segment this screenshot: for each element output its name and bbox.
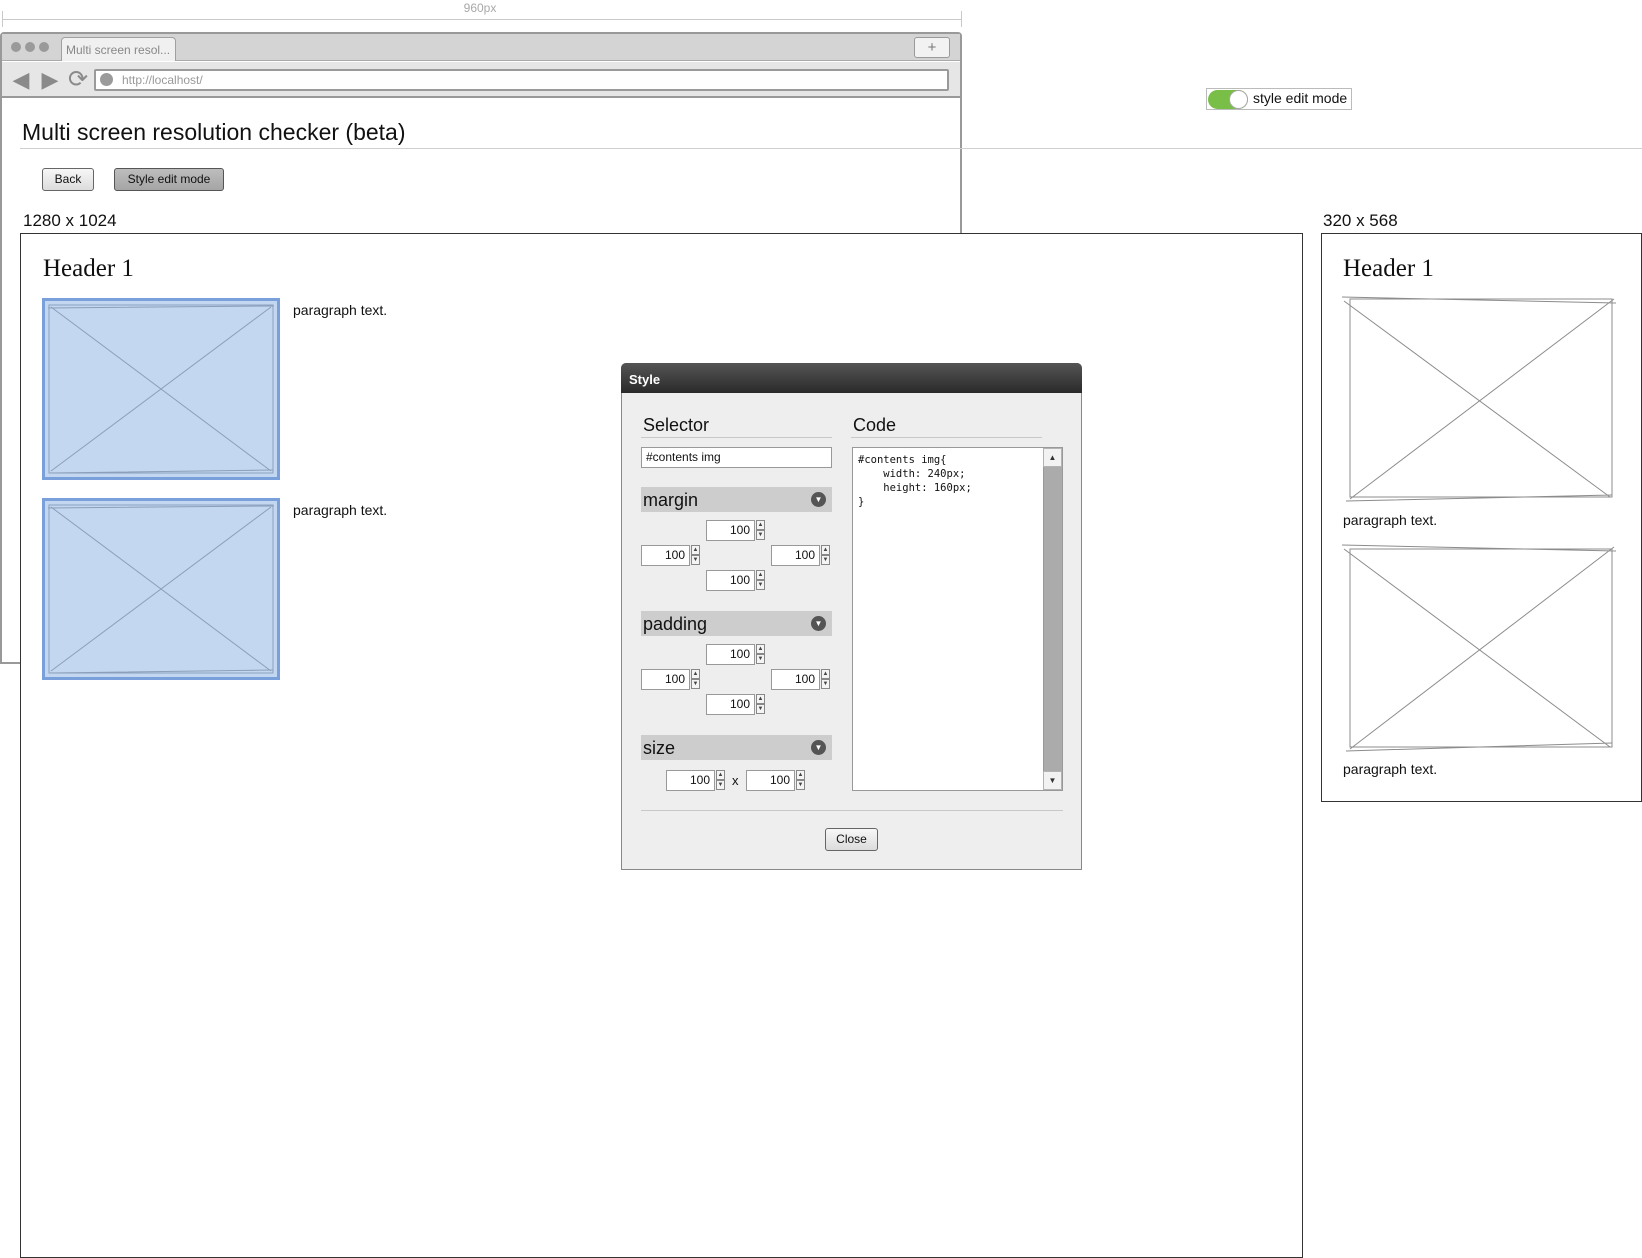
dialog-title-bar[interactable] xyxy=(621,363,1082,393)
size-width-input[interactable]: 100 xyxy=(666,770,715,791)
window-maximize-dot[interactable] xyxy=(39,42,49,52)
reload-icon[interactable]: ⟳ xyxy=(66,68,90,92)
padding-top-stepper[interactable]: ▲ ▼ xyxy=(756,644,765,665)
padding-top-input[interactable]: 100 xyxy=(706,644,755,665)
preview-header: Header 1 xyxy=(43,255,134,282)
paragraph-text: paragraph text. xyxy=(293,302,388,318)
spin-up-icon[interactable]: ▲ xyxy=(691,545,700,555)
image-placeholder xyxy=(1342,295,1617,503)
dialog-footer-rule xyxy=(641,810,1063,811)
spin-down-icon[interactable]: ▼ xyxy=(756,530,765,540)
paragraph-text: paragraph text. xyxy=(1343,512,1438,528)
browser-tab[interactable]: Multi screen resol... xyxy=(61,37,176,61)
spin-up-icon[interactable]: ▲ xyxy=(796,770,805,780)
image-placeholder-icon xyxy=(47,504,275,674)
address-bar[interactable]: http://localhost/ xyxy=(94,69,949,91)
margin-left-input[interactable]: 100 xyxy=(641,545,690,566)
image-placeholder-selected[interactable] xyxy=(42,298,280,480)
paragraph-text: paragraph text. xyxy=(293,502,388,518)
toggle-knob[interactable] xyxy=(1229,90,1248,109)
page-title: Multi screen resolution checker (beta) xyxy=(22,119,406,145)
spin-up-icon[interactable]: ▲ xyxy=(716,770,725,780)
ruler-right-tick xyxy=(961,11,962,27)
margin-top-input[interactable]: 100 xyxy=(706,520,755,541)
size-height-input[interactable]: 100 xyxy=(746,770,795,791)
chevron-down-icon[interactable]: ▼ xyxy=(811,616,826,631)
padding-bottom-stepper[interactable]: ▲ ▼ xyxy=(756,694,765,715)
ruler-label: 960px xyxy=(463,1,497,15)
size-label: size xyxy=(643,738,676,758)
margin-label: margin xyxy=(643,490,699,510)
scroll-up-icon[interactable]: ▲ xyxy=(1043,448,1062,467)
spin-up-icon[interactable]: ▲ xyxy=(756,644,765,654)
resolution-label-small: 320 x 568 xyxy=(1323,211,1398,230)
margin-left-stepper[interactable]: ▲ ▼ xyxy=(691,545,700,566)
spin-down-icon[interactable]: ▼ xyxy=(756,654,765,664)
close-button[interactable]: Close xyxy=(825,828,878,851)
size-separator: x xyxy=(732,773,739,788)
back-arrow-icon[interactable]: ◀ xyxy=(9,68,33,92)
window-minimize-dot[interactable] xyxy=(25,42,35,52)
forward-arrow-icon[interactable]: ▶ xyxy=(38,68,62,92)
chevron-down-icon[interactable]: ▼ xyxy=(811,492,826,507)
spin-up-icon[interactable]: ▲ xyxy=(821,669,830,679)
window-close-dot[interactable] xyxy=(11,42,21,52)
spin-down-icon[interactable]: ▼ xyxy=(716,780,725,790)
spin-up-icon[interactable]: ▲ xyxy=(756,694,765,704)
selector-input[interactable]: #contents img xyxy=(641,447,832,468)
margin-right-input[interactable]: 100 xyxy=(771,545,820,566)
code-heading-rule xyxy=(851,437,1042,438)
margin-top-stepper[interactable]: ▲ ▼ xyxy=(756,520,765,541)
image-placeholder-selected[interactable] xyxy=(42,498,280,680)
spin-down-icon[interactable]: ▼ xyxy=(691,679,700,689)
padding-right-stepper[interactable]: ▲ ▼ xyxy=(821,669,830,690)
resolution-label-large: 1280 x 1024 xyxy=(23,211,117,230)
spin-down-icon[interactable]: ▼ xyxy=(756,704,765,714)
style-edit-mode-button[interactable]: Style edit mode xyxy=(114,168,224,191)
spin-down-icon[interactable]: ▼ xyxy=(691,555,700,565)
spin-down-icon[interactable]: ▼ xyxy=(821,679,830,689)
chevron-down-icon[interactable]: ▼ xyxy=(811,740,826,755)
margin-bottom-stepper[interactable]: ▲ ▼ xyxy=(756,570,765,591)
ruler-left-tick xyxy=(2,11,3,27)
size-height-stepper[interactable]: ▲ ▼ xyxy=(796,770,805,791)
image-placeholder xyxy=(1342,543,1617,753)
image-placeholder-icon xyxy=(47,304,275,474)
spin-up-icon[interactable]: ▲ xyxy=(691,669,700,679)
code-scrollbar[interactable] xyxy=(1043,448,1062,790)
padding-left-stepper[interactable]: ▲ ▼ xyxy=(691,669,700,690)
padding-left-input[interactable]: 100 xyxy=(641,669,690,690)
ruler-line xyxy=(3,19,961,20)
padding-right-input[interactable]: 100 xyxy=(771,669,820,690)
dialog-title: Style xyxy=(629,372,661,387)
padding-label: padding xyxy=(643,614,708,634)
toggle-label: style edit mode xyxy=(1253,90,1348,106)
image-placeholder-icon xyxy=(1342,296,1617,502)
spin-down-icon[interactable]: ▼ xyxy=(756,580,765,590)
selector-heading: Selector xyxy=(643,415,710,435)
spin-down-icon[interactable]: ▼ xyxy=(821,555,830,565)
new-tab-button[interactable]: + xyxy=(914,37,950,58)
margin-right-stepper[interactable]: ▲ ▼ xyxy=(821,545,830,566)
image-placeholder-icon xyxy=(1342,544,1617,752)
back-button[interactable]: Back xyxy=(42,168,94,191)
spin-up-icon[interactable]: ▲ xyxy=(821,545,830,555)
size-width-stepper[interactable]: ▲ ▼ xyxy=(716,770,725,791)
margin-bottom-input[interactable]: 100 xyxy=(706,570,755,591)
spin-up-icon[interactable]: ▲ xyxy=(756,570,765,580)
spin-down-icon[interactable]: ▼ xyxy=(796,780,805,790)
header-divider xyxy=(20,148,1642,149)
spin-up-icon[interactable]: ▲ xyxy=(756,520,765,530)
selector-heading-rule xyxy=(641,437,832,438)
scroll-down-icon[interactable]: ▼ xyxy=(1043,771,1062,790)
padding-bottom-input[interactable]: 100 xyxy=(706,694,755,715)
code-heading: Code xyxy=(853,415,897,435)
preview-header: Header 1 xyxy=(1343,255,1434,282)
paragraph-text: paragraph text. xyxy=(1343,761,1438,777)
code-text[interactable]: #contents img{ width: 240px; height: 160… xyxy=(858,453,972,509)
site-info-icon xyxy=(100,73,113,86)
